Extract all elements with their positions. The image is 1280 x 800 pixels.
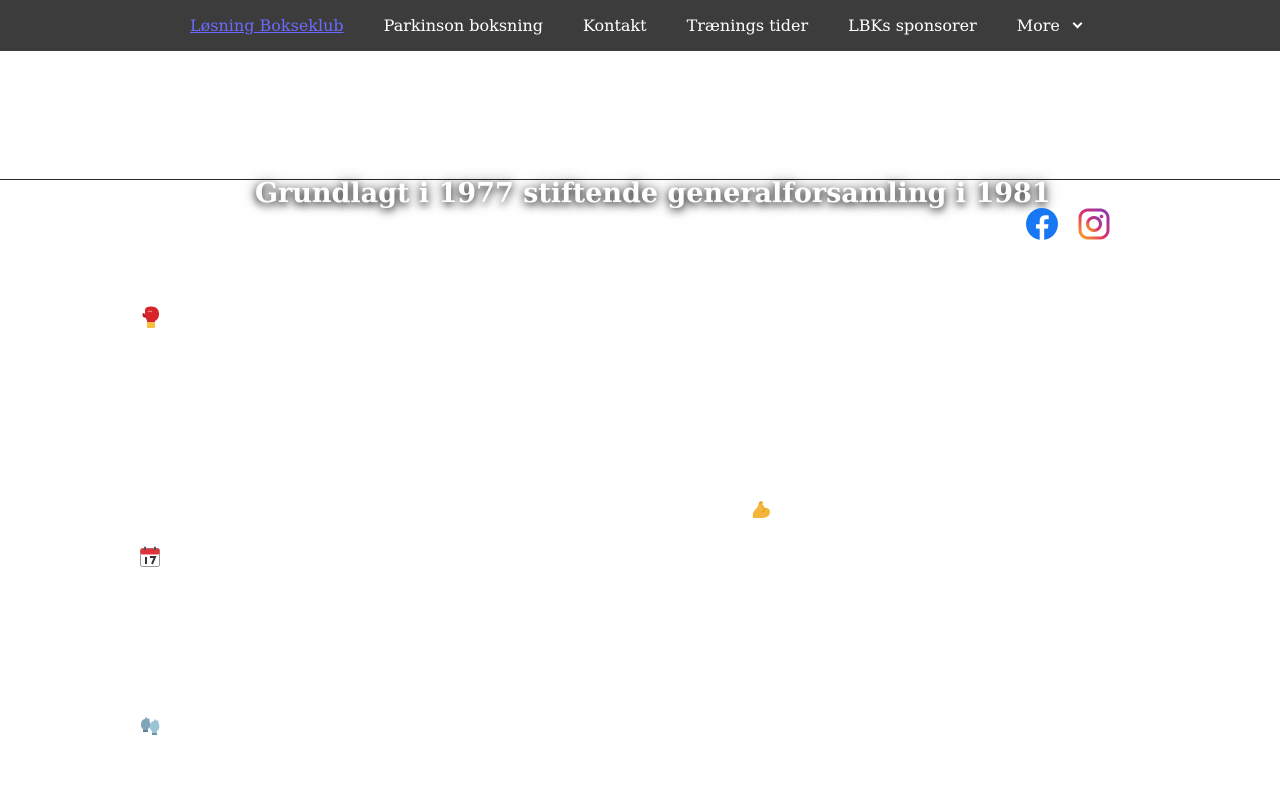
nav-item-losning-bokseklub[interactable]: Løsning Bokseklub: [170, 0, 364, 51]
instagram-icon[interactable]: [1078, 208, 1110, 240]
chevron-down-icon: [1072, 18, 1083, 29]
boxing-glove-icon: [140, 306, 162, 330]
nav-item-kontakt[interactable]: Kontakt: [563, 0, 667, 51]
nav-item-lbks-sponsorer[interactable]: LBKs sponsorer: [828, 0, 997, 51]
gloves-icon: [139, 715, 161, 737]
facebook-icon[interactable]: [1026, 208, 1058, 240]
nav-item-more-label: More: [1016, 16, 1060, 35]
nav-item-traenings-tider[interactable]: Trænings tider: [667, 0, 829, 51]
flexed-biceps-icon: [750, 499, 772, 521]
calendar-icon: [139, 546, 161, 568]
top-navbar: Løsning Bokseklub Parkinson boksning Kon…: [0, 0, 1280, 51]
nav-item-parkinson-boksning[interactable]: Parkinson boksning: [364, 0, 563, 51]
nav-item-more[interactable]: More: [997, 0, 1101, 51]
hero-tagline: Grundlagt i 1977 stiftende generalforsam…: [255, 178, 1051, 209]
nav-menu: Løsning Bokseklub Parkinson boksning Kon…: [170, 0, 1101, 51]
